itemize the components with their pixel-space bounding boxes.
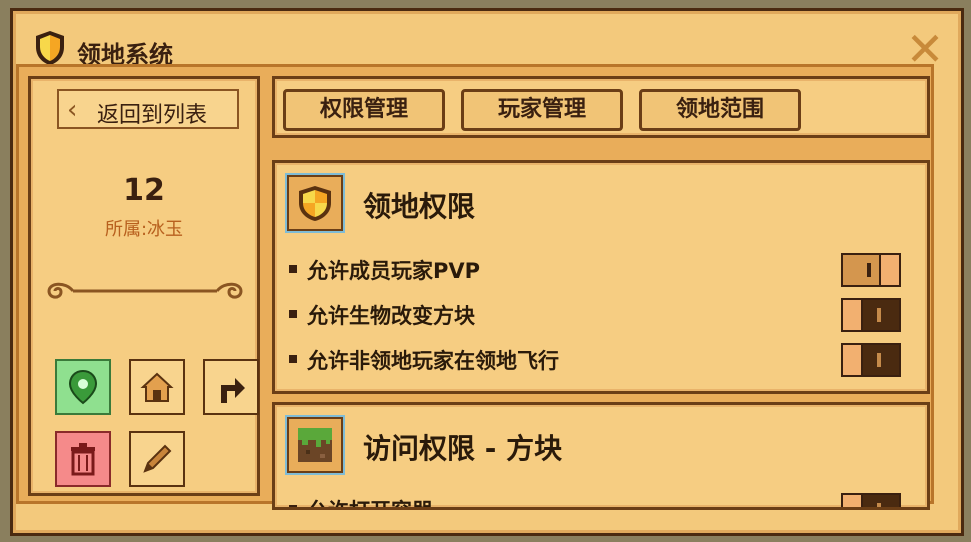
bullet-icon bbox=[289, 505, 297, 507]
house-icon bbox=[140, 372, 174, 402]
tab-permissions[interactable]: 权限管理 bbox=[283, 89, 445, 131]
bullet-icon bbox=[289, 355, 297, 363]
card-title: 领地权限 bbox=[363, 190, 476, 223]
access-permissions-card: 访问权限 - 方块 允许打开容器 bbox=[272, 402, 930, 510]
rename-button[interactable] bbox=[129, 431, 185, 487]
tab-range[interactable]: 领地范围 bbox=[639, 89, 801, 131]
tab-bar: 权限管理 玩家管理 领地范围 bbox=[272, 76, 930, 138]
permission-label: 允许非领地玩家在领地飞行 bbox=[307, 349, 559, 373]
permission-toggle[interactable] bbox=[841, 298, 901, 332]
grass-block-icon bbox=[298, 428, 332, 462]
bullet-icon bbox=[289, 310, 297, 318]
shield-icon bbox=[299, 186, 331, 221]
card-icon-frame bbox=[285, 173, 345, 233]
permission-label: 允许打开容器 bbox=[307, 495, 433, 507]
back-to-list-button[interactable]: ‹ 返回到列表 bbox=[57, 89, 239, 129]
turn-right-arrow-icon bbox=[221, 378, 245, 403]
tab-players[interactable]: 玩家管理 bbox=[461, 89, 623, 131]
permission-row: 允许非领地玩家在领地飞行 bbox=[287, 343, 907, 379]
permission-label: 允许成员玩家PVP bbox=[307, 259, 481, 283]
claim-owner: 所属:冰玉 bbox=[104, 219, 184, 240]
permission-toggle[interactable] bbox=[841, 493, 901, 507]
pencil-icon bbox=[143, 444, 172, 473]
back-button-label: 返回到列表 bbox=[97, 103, 208, 128]
claim-permissions-card: 领地权限 允许成员玩家PVP 允许生物改变方块 允许非领地玩家在领地飞行 bbox=[272, 160, 930, 394]
permission-row: 允许生物改变方块 bbox=[287, 298, 907, 334]
teleport-button[interactable] bbox=[55, 359, 111, 415]
card-title: 访问权限 - 方块 bbox=[363, 432, 563, 465]
transfer-button[interactable] bbox=[203, 359, 259, 415]
claim-id: 12 bbox=[123, 173, 165, 208]
set-home-button[interactable] bbox=[129, 359, 185, 415]
trash-icon bbox=[71, 443, 95, 476]
chevron-left-icon: ‹ bbox=[67, 95, 78, 125]
claim-sidebar: ‹ 返回到列表 12 所属:冰玉 bbox=[28, 76, 260, 496]
delete-claim-button[interactable] bbox=[55, 431, 111, 487]
bullet-icon bbox=[289, 265, 297, 273]
permission-row: 允许打开容器 bbox=[287, 493, 907, 507]
permission-toggle[interactable] bbox=[841, 343, 901, 377]
close-button[interactable]: ✕ bbox=[905, 26, 945, 72]
location-pin-icon bbox=[68, 369, 98, 405]
card-icon-frame bbox=[285, 415, 345, 475]
ornament-divider bbox=[47, 282, 243, 299]
permission-toggle[interactable] bbox=[841, 253, 901, 287]
permission-label: 允许生物改变方块 bbox=[307, 304, 475, 328]
shield-icon bbox=[36, 31, 64, 65]
permission-row: 允许成员玩家PVP bbox=[287, 253, 907, 289]
